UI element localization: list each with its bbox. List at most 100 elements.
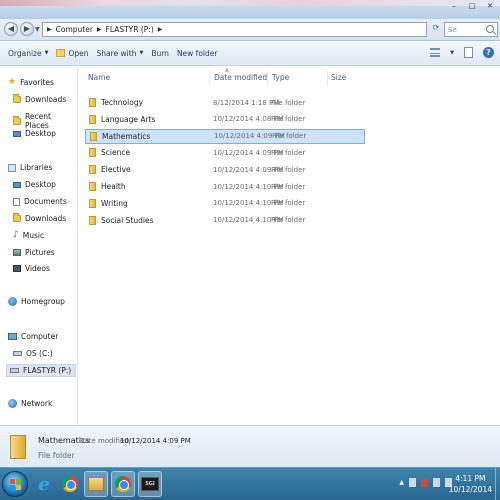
file-name: Language Arts (101, 114, 156, 124)
action-center-flag-icon[interactable] (421, 478, 428, 487)
share-with-label: Share with (96, 48, 137, 58)
preview-pane-icon[interactable] (464, 47, 473, 58)
column-divider[interactable] (327, 71, 328, 85)
clock[interactable]: 4:11 PM 10/12/2014 (449, 473, 492, 495)
chevron-right-icon[interactable]: ▶ (158, 26, 163, 33)
nav-pictures[interactable]: Pictures (13, 248, 55, 257)
new-folder-button[interactable]: New folder (177, 49, 218, 58)
nav-network[interactable]: Network (8, 399, 52, 408)
file-row[interactable]: Writing 10/12/2014 4:10 PM File folder (85, 196, 365, 211)
toolbar-right: ▼ ? (430, 47, 494, 58)
nav-libraries-label: Libraries (20, 163, 53, 172)
clock-date: 10/12/2014 (448, 485, 492, 494)
open-button[interactable]: Open (56, 48, 89, 58)
system-tray: ▲ (399, 478, 452, 487)
open-label: Open (68, 48, 89, 58)
nav-homegroup[interactable]: Homegroup (8, 297, 65, 306)
share-with-button[interactable]: Share with ▼ (97, 49, 144, 58)
recent-pages-dropdown-icon[interactable]: ▼ (35, 26, 40, 33)
organize-button[interactable]: Organize ▼ (8, 49, 48, 58)
column-divider[interactable] (209, 71, 210, 85)
pictures-icon (13, 249, 21, 256)
refresh-icon[interactable]: ⟳ (430, 23, 442, 35)
tray-arrow-icon[interactable]: ▲ (399, 479, 404, 486)
nav-documents-label: Documents (24, 197, 67, 206)
taskbar-internet-explorer[interactable]: e (32, 471, 56, 497)
start-button[interactable] (2, 471, 28, 497)
search-icon[interactable] (486, 25, 494, 33)
search-placeholder: Se (448, 25, 457, 34)
nav-homegroup-label: Homegroup (21, 297, 65, 306)
burn-button[interactable]: Burn (151, 49, 169, 58)
search-input[interactable]: Se (444, 22, 498, 37)
help-icon[interactable]: ? (483, 47, 494, 58)
nav-flastyr-drive[interactable]: FLASTYR (P:) (6, 364, 76, 377)
address-bar: ◀ ▶ ▼ ▶ Computer ▶ FLASTYR (P:) ▶ ⟳ Se (0, 19, 500, 41)
file-date: 8/12/2014 1:18 PM (213, 98, 280, 107)
nav-network-label: Network (21, 399, 53, 408)
clock-time: 4:11 PM (455, 474, 486, 483)
nav-os-drive[interactable]: OS (C:) (13, 349, 53, 358)
chevron-right-icon[interactable]: ▶ (47, 26, 52, 33)
column-divider[interactable] (267, 71, 268, 85)
caret-down-icon: ▼ (44, 50, 49, 56)
file-row[interactable]: Mathematics 10/12/2014 4:09 PM File folder (85, 128, 365, 144)
breadcrumb-computer[interactable]: Computer (56, 25, 93, 34)
nav-lib-desktop[interactable]: Desktop (13, 180, 56, 189)
nav-videos[interactable]: Videos (13, 264, 50, 273)
network-tray-icon[interactable] (433, 478, 440, 487)
column-header-type[interactable]: Type (272, 73, 289, 82)
chrome-icon (115, 476, 131, 492)
chevron-right-icon[interactable]: ▶ (97, 26, 102, 33)
file-row[interactable]: Health 10/12/2014 4:10 PM File folder (85, 179, 365, 194)
organize-label: Organize (8, 48, 42, 58)
taskbar-chrome[interactable] (58, 471, 82, 497)
maximize-button[interactable]: □ (466, 2, 478, 10)
file-name-cell: Social Studies (89, 215, 153, 225)
taskbar-snagit[interactable]: SGI (138, 471, 162, 497)
nav-desktop[interactable]: Desktop (13, 129, 56, 138)
breadcrumb-flastyr[interactable]: FLASTYR (P:) (106, 25, 154, 34)
close-button[interactable]: ✕ (484, 2, 496, 10)
nav-music[interactable]: ♪ Music (13, 230, 44, 241)
title-bar: – □ ✕ (0, 0, 500, 20)
folder-icon (89, 148, 96, 158)
nav-computer[interactable]: Computer (8, 332, 58, 341)
tray-app-icon[interactable] (409, 478, 416, 487)
file-row[interactable]: Social Studies 10/12/2014 4:10 PM File fol… (85, 213, 365, 228)
drive-icon (13, 351, 22, 356)
address-field[interactable]: ▶ Computer ▶ FLASTYR (P:) ▶ (42, 22, 427, 37)
change-view-icon[interactable] (430, 48, 441, 57)
nav-lib-downloads[interactable]: Downloads (13, 213, 66, 223)
caret-down-icon[interactable]: ▼ (450, 50, 454, 56)
nav-downloads[interactable]: Downloads (13, 94, 67, 104)
file-row[interactable]: Technology 8/12/2014 1:18 PM File folder (85, 95, 365, 110)
nav-flastyr-drive-label: FLASTYR (P:) (23, 366, 72, 375)
nav-desktop-label: Desktop (25, 129, 56, 138)
file-type: File folder (271, 115, 306, 124)
column-header-name[interactable]: Name (88, 73, 110, 82)
nav-favorites-label: Favorites (20, 78, 54, 87)
file-row[interactable]: Science 10/12/2014 4:09 PM File folder (85, 145, 365, 160)
column-header-size[interactable]: Size (331, 73, 346, 82)
column-header-date-modified[interactable]: Date modified (214, 73, 267, 82)
back-button[interactable]: ◀ (4, 22, 18, 36)
caret-down-icon: ▼ (139, 50, 144, 56)
nav-recent-places[interactable]: Recent Places (13, 112, 77, 130)
folder-icon (89, 98, 96, 107)
nav-libraries[interactable]: Libraries (8, 163, 52, 172)
navigation-pane: ★ Favorites Downloads Recent Places Desk… (0, 67, 78, 425)
nav-documents[interactable]: Documents (13, 197, 67, 206)
minimize-button[interactable]: – (448, 2, 460, 10)
file-row[interactable]: Elective 10/12/2014 4:09 PM File folder (85, 162, 365, 177)
nav-favorites[interactable]: ★ Favorites (8, 78, 54, 88)
show-desktop-button[interactable] (495, 468, 500, 500)
taskbar-windows-explorer[interactable] (84, 471, 108, 497)
taskbar-chrome-window[interactable] (111, 471, 135, 497)
file-row[interactable]: Language Arts 10/12/2014 4:08 PM File fold… (85, 112, 365, 127)
nav-downloads-label: Downloads (25, 95, 67, 104)
music-note-icon: ♪ (13, 230, 19, 240)
folder-icon (10, 435, 26, 459)
downloads-folder-icon (13, 94, 21, 103)
forward-button[interactable]: ▶ (20, 22, 34, 36)
